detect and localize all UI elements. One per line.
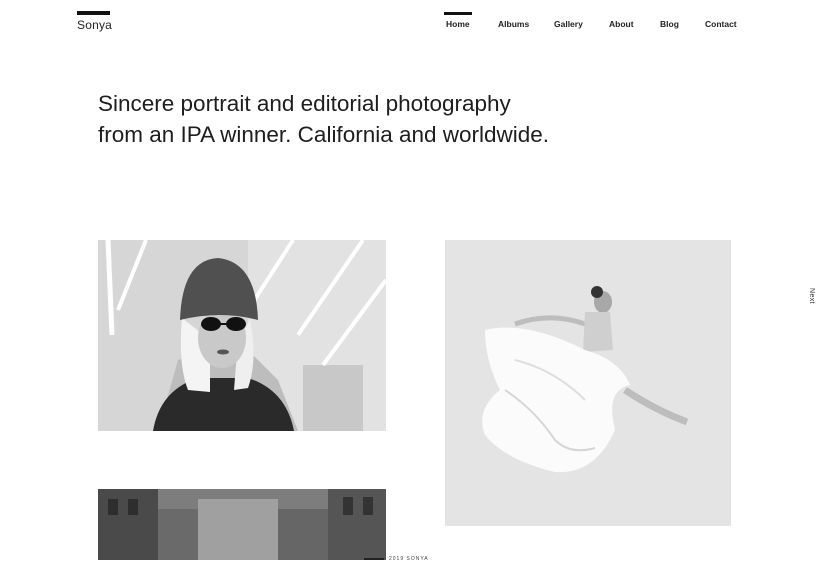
footer-credit-text: 2019 SONYA bbox=[389, 556, 429, 562]
next-link[interactable]: Next bbox=[808, 288, 815, 304]
nav-item-home[interactable]: Home bbox=[444, 12, 472, 29]
nav-item-label: About bbox=[609, 19, 634, 29]
nav-item-blog[interactable]: Blog bbox=[658, 12, 681, 29]
hero-headline: Sincere portrait and editorial photograp… bbox=[98, 91, 550, 147]
photo-portrait-beanie[interactable] bbox=[98, 240, 386, 431]
nav-item-albums[interactable]: Albums bbox=[496, 12, 531, 29]
photo-dancer-image bbox=[445, 240, 731, 526]
nav-item-label: Gallery bbox=[554, 19, 583, 29]
photo-street-image bbox=[98, 489, 386, 560]
nav-item-label: Blog bbox=[660, 19, 679, 29]
nav-item-contact[interactable]: Contact bbox=[703, 12, 739, 29]
active-indicator-bar bbox=[444, 12, 472, 15]
nav-item-gallery[interactable]: Gallery bbox=[552, 12, 585, 29]
photo-dancer[interactable] bbox=[445, 240, 731, 526]
footer-credit: 2019 SONYA bbox=[364, 556, 429, 562]
main-nav: Home Albums Gallery About Blog Contact bbox=[0, 12, 830, 32]
photo-street[interactable] bbox=[98, 489, 386, 560]
photo-portrait-beanie-image bbox=[98, 240, 386, 431]
nav-item-label: Contact bbox=[705, 19, 737, 29]
nav-item-label: Albums bbox=[498, 19, 530, 29]
nav-item-about[interactable]: About bbox=[607, 12, 636, 29]
nav-item-label: Home bbox=[446, 19, 470, 29]
